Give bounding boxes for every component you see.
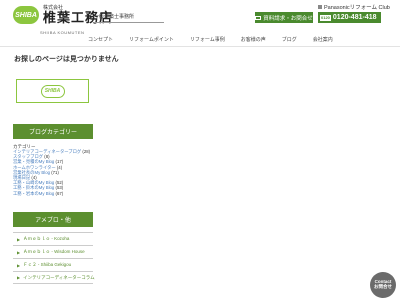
fc2-link-shiiba[interactable]: ▶ Ｆｃ２ - Shiiba Gekigou (13, 258, 93, 271)
phone-number[interactable]: 0120 0120-481-418 (318, 12, 381, 23)
category-count: (28) (82, 149, 91, 154)
main-nav: コンセプト リフォームポイント リフォーム事例 お客様の声 ブログ 会社案内 (80, 36, 341, 43)
nav-item-blog[interactable]: ブログ (274, 36, 305, 43)
company-romaji: SHIIBA KOUMUTEN (40, 30, 85, 35)
list-item: 工務・岩本のMy Blog (67) (13, 191, 90, 196)
ameblo-link-label: Ａｍｅｂｌｏ - Wisdom House (23, 249, 85, 254)
category-count: (71) (51, 169, 59, 175)
arrow-right-icon: ▶ (17, 249, 21, 255)
float-contact-line2: お問合せ (374, 284, 392, 289)
phone-number-text: 0120-481-418 (332, 14, 377, 21)
panasonic-icon (318, 5, 322, 9)
category-link[interactable]: 工務・岩本のMy Blog (13, 191, 54, 196)
office-divider (94, 21, 164, 23)
nav-item-concept[interactable]: コンセプト (80, 36, 121, 43)
ameblo-heading: アメブロ・他 (13, 212, 93, 227)
header-divider (0, 46, 400, 47)
page-title: お探しのページは見つかりません (14, 56, 119, 63)
ameblo-link-label: Ｆｃ２ - Shiiba Gekigou (23, 262, 72, 267)
blog-category-heading: ブログカテゴリー (13, 124, 93, 139)
sidebar-logo-banner[interactable]: SHIBA (16, 79, 89, 103)
ameblo-list: ▶ Ａｍｅｂｌｏ - Kozoha ▶ Ａｍｅｂｌｏ - Wisdom House … (13, 232, 95, 284)
contact-button[interactable]: 資料請求・お問合せ (255, 12, 313, 23)
office-label: 一級建築士事務所 (94, 14, 164, 23)
nav-item-company[interactable]: 会社案内 (305, 36, 341, 43)
floating-contact-button[interactable]: Contact お問合せ (370, 272, 396, 298)
site-header: SHIBA 株式会社 椎葉工務店 SHIIBA KOUMUTEN 一級建築士事務… (0, 0, 400, 48)
nav-item-reform-point[interactable]: リフォームポイント (121, 36, 182, 43)
contact-button-label: 資料請求・お問合せ (263, 15, 313, 22)
panasonic-label: Panasonicリフォーム Club (324, 5, 390, 11)
ameblo-link-label: Ａｍｅｂｌｏ - Kozoha (23, 236, 70, 241)
nav-item-voices[interactable]: お客様の声 (233, 36, 274, 43)
category-count: (67) (55, 190, 64, 196)
category-list: インテリアコーディネーターブログ (28) スタッフブログ (8) 営業・見積の… (13, 149, 90, 196)
free-dial-icon: 0120 (320, 14, 331, 21)
nav-item-reform-cases[interactable]: リフォーム事例 (182, 36, 233, 43)
arrow-right-icon: ▶ (17, 275, 21, 280)
ameblo-link-kozoha[interactable]: ▶ Ａｍｅｂｌｏ - Kozoha (13, 232, 93, 245)
logo-badge: SHIBA (13, 6, 39, 24)
shiba-logo-icon: SHIBA (40, 84, 65, 98)
envelope-icon (255, 15, 262, 20)
arrow-right-icon: ▶ (17, 236, 21, 242)
panasonic-club[interactable]: Panasonicリフォーム Club (318, 3, 390, 11)
ameblo-link-label: インテリアコーディネーターコラム (23, 274, 95, 280)
interior-column-link[interactable]: ▶ インテリアコーディネーターコラム (13, 271, 95, 284)
arrow-right-icon: ▶ (17, 262, 21, 268)
ameblo-link-wisdom-house[interactable]: ▶ Ａｍｅｂｌｏ - Wisdom House (13, 245, 93, 258)
office-text: 一級建築士事務所 (94, 14, 135, 20)
